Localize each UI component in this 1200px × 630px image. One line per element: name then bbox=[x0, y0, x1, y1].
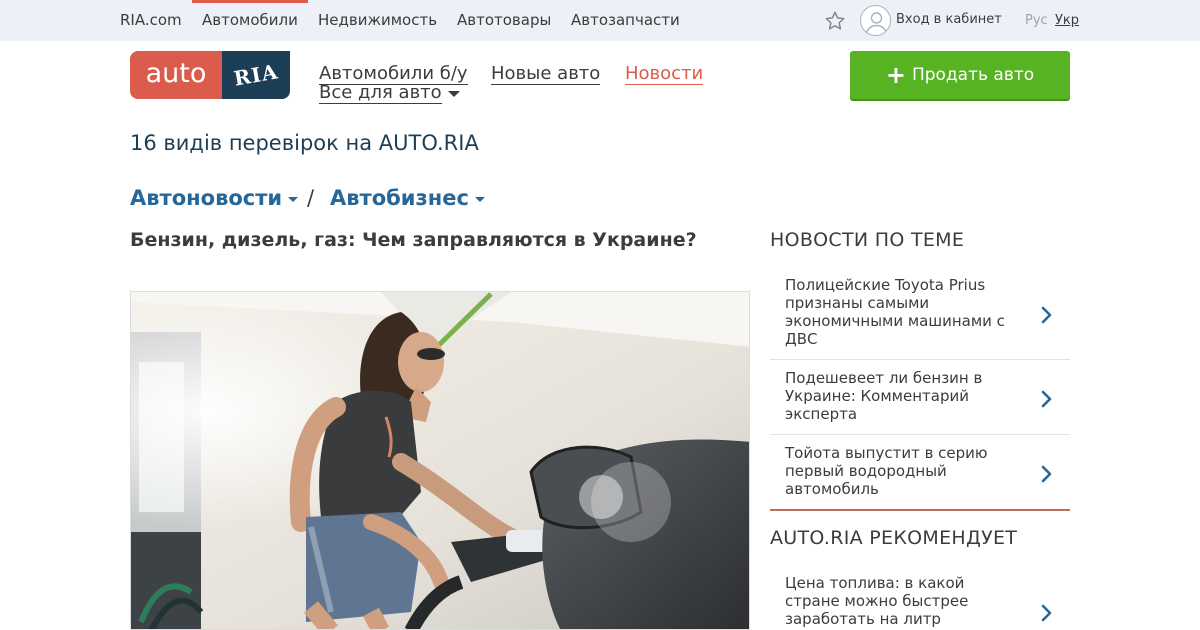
autoria-logo[interactable]: auto RIA bbox=[130, 51, 290, 99]
breadcrumb-separator: / bbox=[307, 186, 315, 210]
sell-car-button[interactable]: + Продать авто bbox=[850, 51, 1070, 99]
chevron-right-icon bbox=[1041, 604, 1052, 622]
plus-icon: + bbox=[885, 61, 906, 89]
related-news-title: Полицейские Toyota Prius признаны самыми… bbox=[785, 276, 1005, 348]
login-link[interactable]: Вход в кабинет bbox=[896, 12, 1002, 27]
related-news-item[interactable]: Подешевеет ли бензин в Украине: Коммента… bbox=[770, 369, 1070, 433]
nav-new-cars[interactable]: Новые авто bbox=[491, 64, 601, 85]
nav-all-for-car-label: Все для авто bbox=[319, 82, 442, 104]
topbar-link-autogoods[interactable]: Автотовары bbox=[457, 11, 551, 29]
logo-auto-part: auto bbox=[130, 51, 222, 99]
sell-car-label: Продать авто bbox=[911, 65, 1035, 85]
related-news-item[interactable]: Полицейские Toyota Prius признаны самыми… bbox=[770, 276, 1070, 358]
sidebar-divider bbox=[770, 434, 1070, 435]
article-title: Бензин, дизель, газ: Чем заправляются в … bbox=[130, 229, 697, 251]
chevron-down-icon bbox=[288, 196, 299, 202]
breadcrumb-autobusiness-label: Автобизнес bbox=[330, 186, 469, 210]
recommend-title: Цена топлива: в какой стране можно быстр… bbox=[785, 574, 969, 628]
user-avatar-icon[interactable] bbox=[860, 5, 891, 36]
related-news-title: Тойота выпустит в серию первый водородны… bbox=[785, 444, 988, 498]
star-icon[interactable] bbox=[824, 10, 846, 32]
lang-ru[interactable]: Рус bbox=[1025, 13, 1048, 28]
topbar-link-ria[interactable]: RIA.com bbox=[120, 11, 182, 29]
promo-link[interactable]: 16 видів перевірок на AUTO.RIA bbox=[130, 131, 479, 155]
top-bar: RIA.com Автомобили Недвижимость Автотова… bbox=[0, 0, 1200, 41]
related-news-item[interactable]: Тойота выпустит в серию первый водородны… bbox=[770, 444, 1070, 508]
nav-news[interactable]: Новости bbox=[625, 64, 704, 85]
logo-ria-part: RIA bbox=[222, 51, 290, 99]
sidebar-section-divider bbox=[770, 509, 1070, 511]
related-news-heading: НОВОСТИ ПО ТЕМЕ bbox=[770, 229, 965, 251]
chevron-down-icon bbox=[474, 196, 485, 202]
chevron-right-icon bbox=[1041, 390, 1052, 408]
active-tab-marker bbox=[192, 0, 308, 3]
breadcrumb-autobusiness[interactable]: Автобизнес bbox=[330, 186, 485, 210]
logo-ria-text: RIA bbox=[232, 59, 280, 91]
breadcrumb-autonews-label: Автоновости bbox=[130, 186, 283, 210]
chevron-down-icon bbox=[447, 90, 460, 97]
recommend-heading: AUTO.RIA РЕКОМЕНДУЕТ bbox=[770, 527, 1018, 549]
chevron-right-icon bbox=[1041, 465, 1052, 483]
article-image bbox=[130, 291, 750, 630]
chevron-right-icon bbox=[1041, 306, 1052, 324]
topbar-link-autoparts[interactable]: Автозапчасти bbox=[571, 11, 680, 29]
topbar-link-realty[interactable]: Недвижимость bbox=[318, 11, 437, 29]
breadcrumb-autonews[interactable]: Автоновости bbox=[130, 186, 299, 210]
nav-all-for-car[interactable]: Все для авто bbox=[319, 83, 460, 104]
lang-ua[interactable]: Укр bbox=[1055, 13, 1079, 28]
related-news-title: Подешевеет ли бензин в Украине: Коммента… bbox=[785, 369, 983, 423]
topbar-link-cars[interactable]: Автомобили bbox=[202, 11, 298, 29]
recommend-item[interactable]: Цена топлива: в какой стране можно быстр… bbox=[770, 574, 1070, 630]
sidebar-divider bbox=[770, 359, 1070, 360]
